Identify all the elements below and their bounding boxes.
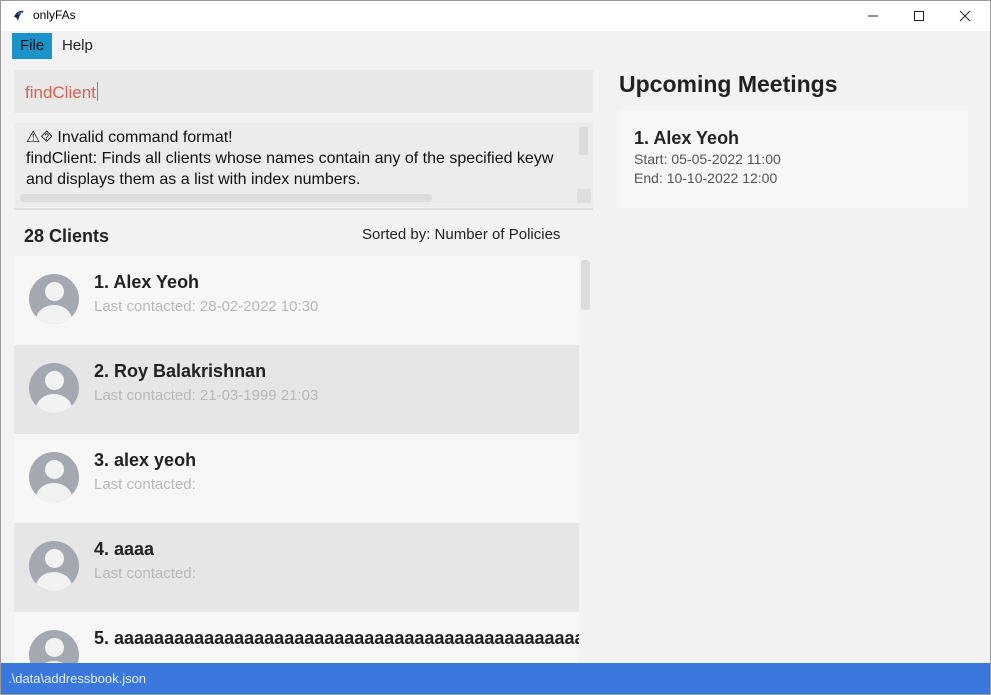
user-avatar-icon bbox=[29, 363, 79, 413]
client-list: 1. Alex Yeoh Last contacted: 28-02-2022 … bbox=[14, 256, 579, 664]
client-name: 2. Roy Balakrishnan bbox=[94, 361, 267, 381]
client-card[interactable]: 1. Alex Yeoh Last contacted: 28-02-2022 … bbox=[14, 256, 579, 345]
scrollbar-corner bbox=[577, 189, 591, 203]
meetings-title: Upcoming Meetings bbox=[619, 71, 838, 97]
result-horizontal-scrollbar[interactable] bbox=[20, 194, 432, 202]
client-last-contacted: Last contacted: bbox=[94, 565, 196, 582]
client-last-contacted: Last contacted: 21-03-1999 21:03 bbox=[94, 387, 319, 404]
maximize-button[interactable] bbox=[896, 1, 942, 31]
client-name: 4. aaaa bbox=[94, 539, 155, 559]
command-input[interactable]: findClient bbox=[25, 82, 98, 103]
app-logo-icon bbox=[14, 10, 24, 21]
meeting-card[interactable]: 1. Alex Yeoh Start: 05-05-2022 11:00 End… bbox=[619, 110, 968, 208]
command-text: findClient bbox=[25, 83, 96, 102]
command-box[interactable]: findClient bbox=[14, 70, 593, 113]
close-button[interactable] bbox=[942, 1, 988, 31]
minimize-icon bbox=[868, 15, 878, 17]
client-last-contacted: Last contacted: 28-02-2022 10:30 bbox=[94, 298, 319, 315]
sorted-by-label: Sorted by: Number of Policies bbox=[362, 226, 561, 243]
status-bar: .\data\addressbook.json bbox=[1, 663, 990, 694]
meeting-start: Start: 05-05-2022 11:00 bbox=[634, 151, 781, 167]
meeting-end: End: 10-10-2022 12:00 bbox=[634, 170, 778, 186]
menu-bar: File Help bbox=[1, 31, 990, 59]
divider bbox=[14, 208, 593, 210]
client-name: 3. alex yeoh bbox=[94, 450, 197, 470]
data-file-path: .\data\addressbook.json bbox=[8, 671, 147, 686]
result-vertical-scrollbar[interactable] bbox=[579, 127, 588, 155]
title-bar[interactable]: onlyFAs bbox=[1, 1, 990, 31]
user-avatar-icon bbox=[29, 274, 79, 324]
user-avatar-icon bbox=[29, 541, 79, 591]
client-card[interactable]: 3. alex yeoh Last contacted: bbox=[14, 434, 579, 523]
maximize-icon bbox=[914, 11, 924, 21]
meeting-client-name: 1. Alex Yeoh bbox=[634, 128, 740, 148]
minimize-button[interactable] bbox=[850, 1, 896, 31]
menu-help[interactable]: Help bbox=[54, 33, 101, 59]
client-card[interactable]: 2. Roy Balakrishnan Last contacted: 21-0… bbox=[14, 345, 579, 434]
window-title: onlyFAs bbox=[33, 8, 76, 22]
app-window: onlyFAs File Help findClient ⚠⯑ Invalid … bbox=[0, 0, 991, 695]
clients-count: 28 Clients bbox=[24, 226, 110, 246]
client-name: 5. aaaaaaaaaaaaaaaaaaaaaaaaaaaaaaaaaaaaa… bbox=[94, 628, 579, 648]
result-message: ⚠⯑ Invalid command format! findClient: F… bbox=[26, 129, 554, 188]
user-avatar-icon bbox=[29, 452, 79, 502]
menu-file[interactable]: File bbox=[12, 33, 53, 59]
client-card[interactable]: 5. aaaaaaaaaaaaaaaaaaaaaaaaaaaaaaaaaaaaa… bbox=[14, 612, 579, 664]
close-icon bbox=[959, 10, 971, 22]
client-card[interactable]: 4. aaaa Last contacted: bbox=[14, 523, 579, 612]
client-list-scrollbar[interactable] bbox=[581, 260, 590, 310]
client-name: 1. Alex Yeoh bbox=[94, 272, 200, 292]
text-caret bbox=[96, 82, 98, 101]
user-avatar-icon bbox=[29, 630, 79, 664]
client-last-contacted: Last contacted: bbox=[94, 476, 196, 493]
result-display: ⚠⯑ Invalid command format! findClient: F… bbox=[14, 123, 593, 207]
